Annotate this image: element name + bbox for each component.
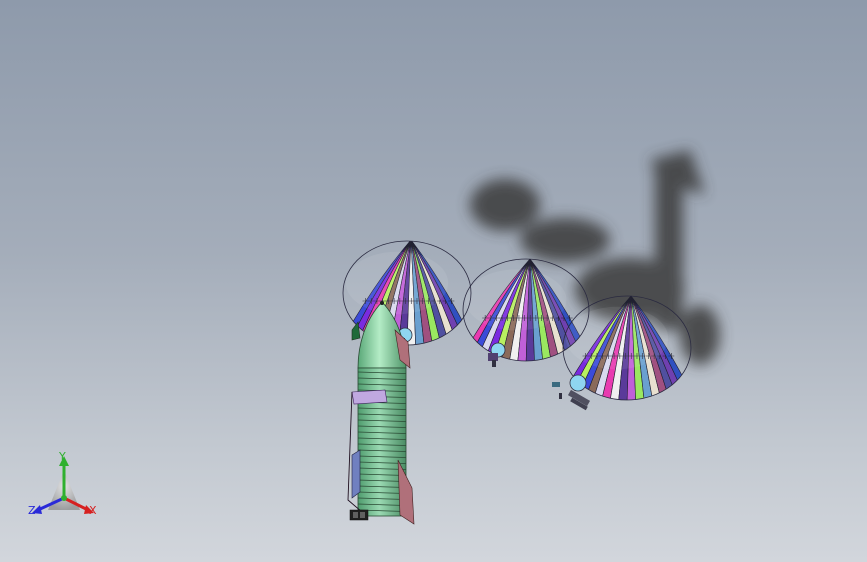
z-axis-label: Z — [28, 504, 36, 517]
dome-highlight — [565, 306, 669, 370]
model-scene[interactable] — [0, 0, 867, 562]
x-axis-label: X — [89, 504, 97, 517]
side-panel — [351, 389, 388, 405]
engine-section — [349, 509, 369, 521]
airlock-c[interactable] — [552, 374, 591, 411]
aft-fin-left — [351, 449, 361, 499]
y-axis-label: Y — [59, 450, 66, 463]
view-orientation-triad[interactable]: Y Z X — [22, 448, 106, 528]
cad-viewport[interactable]: Y Z X — [0, 0, 867, 562]
dome-highlight — [345, 251, 449, 315]
dome-highlight — [465, 269, 567, 331]
